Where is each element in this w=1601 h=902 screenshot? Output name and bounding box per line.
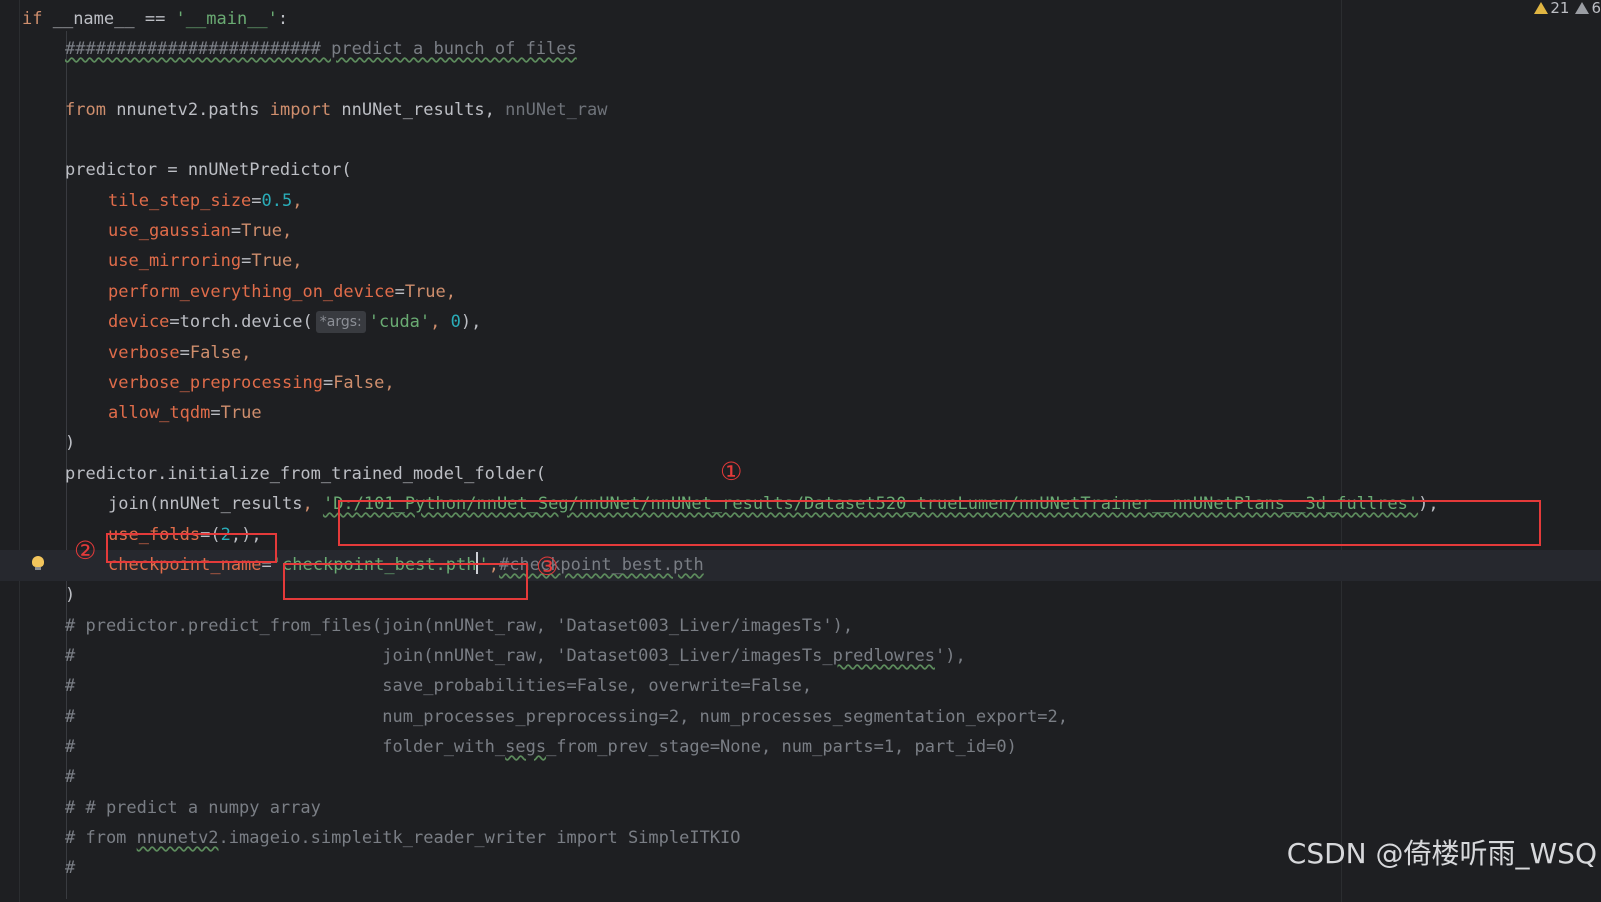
annotation-marker-2: ② xyxy=(74,536,97,565)
keyword-from: from xyxy=(65,100,106,120)
code-text: , xyxy=(241,343,252,363)
keyword-literal: True xyxy=(220,403,262,423)
code-text: = xyxy=(179,343,190,363)
parameter-name: perform_everything_on_device xyxy=(108,282,395,302)
code-text: , xyxy=(302,494,323,514)
code-text: = xyxy=(169,312,180,332)
annotation-box-3 xyxy=(283,563,528,600)
comment: # save_probabilities=False, overwrite=Fa… xyxy=(65,676,813,696)
keyword-if: if xyxy=(22,9,43,29)
weak-warning-icon xyxy=(1575,2,1590,14)
comment: segs xyxy=(505,737,547,757)
unused-import-name: nnUNet_raw xyxy=(505,100,608,120)
code-text: = xyxy=(394,282,405,302)
code-editor[interactable]: 21 6 if __name__ == '__main__': #########… xyxy=(0,0,1601,902)
code-text: = xyxy=(230,221,242,241)
comment: '), xyxy=(934,646,966,666)
annotation-box-1 xyxy=(338,500,1541,546)
right-margin-guide xyxy=(1341,0,1342,902)
keyword-literal: False xyxy=(333,373,385,393)
gutter-divider xyxy=(19,0,20,902)
code-text: , xyxy=(384,373,395,393)
keyword-literal: True xyxy=(251,251,293,271)
watermark: CSDN @倚楼听雨_WSQ xyxy=(1286,837,1597,870)
string-literal: '__main__' xyxy=(175,9,278,29)
lightbulb-icon[interactable] xyxy=(32,556,44,570)
indent-guide-inner xyxy=(66,186,67,426)
comment: # xyxy=(65,858,76,878)
comment: # num_processes_preprocessing=2, num_pro… xyxy=(65,707,1069,727)
annotation-marker-3: ③ xyxy=(536,552,559,581)
parameter-name: allow_tqdm xyxy=(108,403,211,423)
string-literal: 'cuda' xyxy=(368,312,431,332)
code-text: : xyxy=(277,9,289,29)
code-text: , xyxy=(282,221,293,241)
parameter-name: verbose_preprocessing xyxy=(108,373,323,393)
keyword-literal: False xyxy=(189,343,242,363)
code-text: = xyxy=(241,251,252,271)
code-text: ) xyxy=(65,585,76,605)
code-text: , xyxy=(292,191,303,211)
annotation-marker-1: ① xyxy=(720,457,743,486)
comment: # # predict a numpy array xyxy=(65,798,321,818)
keyword-import: import xyxy=(269,100,332,120)
comment: _from_prev_stage=None, num_parts=1, part… xyxy=(546,737,1017,757)
code-text: , xyxy=(445,282,457,302)
code-text: join(nnUNet_results xyxy=(108,494,303,514)
comment: predlowres xyxy=(832,646,935,666)
number-literal: 0 xyxy=(450,312,461,332)
code-text: , xyxy=(292,251,303,271)
weak-warning-count: 6 xyxy=(1591,0,1601,17)
keyword-literal: True xyxy=(241,221,283,241)
function-call: torch.device( xyxy=(179,312,313,332)
parameter-name: device xyxy=(108,312,170,332)
comment: # folder_with_ xyxy=(65,737,506,757)
warning-icon xyxy=(1534,2,1549,14)
parameter-name: use_gaussian xyxy=(108,221,231,241)
code-text: ), xyxy=(460,312,482,332)
code-text: , xyxy=(430,312,451,332)
comment: .imageio.simpleitk_reader_writer import … xyxy=(218,828,741,848)
comment: nnunetv2 xyxy=(136,828,219,848)
code-text: __name__ == xyxy=(42,9,176,29)
number-literal: 0.5 xyxy=(261,191,293,211)
code-text: predictor.initialize_from_trained_model_… xyxy=(65,464,547,484)
code-text: predictor = nnUNetPredictor( xyxy=(65,160,352,180)
code-text: , xyxy=(484,100,506,120)
comment: # xyxy=(65,767,76,787)
parameter-name: use_mirroring xyxy=(108,251,242,271)
module-name: nnunetv2.paths xyxy=(105,100,270,120)
parameter-name: tile_step_size xyxy=(108,191,252,211)
code-text: ) xyxy=(65,433,76,453)
import-name: nnUNet_results xyxy=(331,100,485,120)
parameter-hint: *args: xyxy=(315,311,366,333)
comment: ######################### predict a bunc… xyxy=(65,39,577,59)
parameter-name: verbose xyxy=(108,343,180,363)
code-text: = xyxy=(322,373,334,393)
comment: # predictor.predict_from_files(join(nnUN… xyxy=(65,616,854,636)
code-text: = xyxy=(210,403,221,423)
annotation-box-2 xyxy=(106,533,277,563)
comment: # join(nnUNet_raw, 'Dataset003_Liver/ima… xyxy=(65,646,833,666)
warning-count: 21 xyxy=(1550,0,1570,17)
inspection-widget[interactable]: 21 6 xyxy=(1534,0,1601,16)
comment: #checkpoint_best.pth xyxy=(498,555,704,575)
comment: # from xyxy=(65,828,137,848)
code-text: = xyxy=(251,191,262,211)
keyword-literal: True xyxy=(404,282,446,302)
